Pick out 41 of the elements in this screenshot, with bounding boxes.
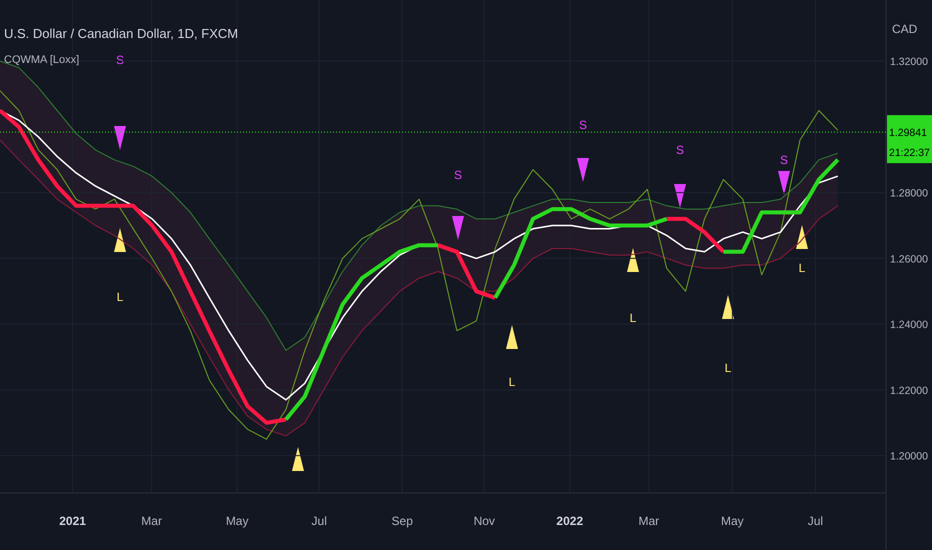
signal-label: L [508, 375, 516, 389]
buy-marker [627, 248, 639, 272]
time-tick-label: Mar [141, 514, 162, 528]
time-tick-label: Jul [808, 514, 824, 528]
sell-marker [674, 184, 686, 208]
sell-marker [778, 171, 790, 195]
sell-marker [452, 216, 464, 240]
buy-marker [796, 225, 808, 249]
signal-label: L [798, 261, 806, 275]
price-tick-label: 1.22000 [890, 384, 928, 397]
indicator-legend: CQWMA [Loxx] [4, 54, 80, 66]
time-tick-label: Jul [312, 514, 327, 528]
last-price-badge: 1.29841 21:22:37 [887, 115, 932, 164]
time-tick-label: 2022 [556, 514, 584, 528]
buy-marker [114, 228, 126, 252]
price-tick-label: 1.26000 [890, 253, 928, 266]
signal-label: L [724, 361, 732, 375]
currency-label: CAD [892, 22, 918, 36]
signal-label: S [676, 143, 684, 157]
buy-marker [292, 447, 304, 471]
chart-title: U.S. Dollar / Canadian Dollar, 1D, FXCM [4, 26, 238, 41]
buy-marker [506, 325, 518, 349]
sell-marker [114, 126, 126, 150]
price-tick-label: 1.32000 [890, 56, 928, 68]
time-tick-label: May [226, 514, 248, 528]
sell-marker [577, 158, 589, 182]
signal-label: S [780, 153, 788, 167]
signal-label: S [116, 53, 124, 67]
price-tick-label: 1.28000 [890, 188, 928, 200]
time-tick-label: 2021 [59, 514, 86, 528]
time-tick-label: Sep [392, 514, 413, 528]
buy-marker [722, 295, 734, 319]
price-tick-label: 1.20000 [890, 450, 928, 463]
time-tick-label: Nov [474, 514, 495, 528]
price-tick-label: 1.24000 [890, 319, 928, 332]
signal-label: L [116, 290, 124, 304]
signal-label: S [454, 168, 462, 182]
time-tick-label: Mar [638, 514, 660, 528]
signal-label: L [630, 311, 636, 325]
time-tick-label: May [721, 514, 744, 528]
signal-label: S [579, 118, 587, 132]
